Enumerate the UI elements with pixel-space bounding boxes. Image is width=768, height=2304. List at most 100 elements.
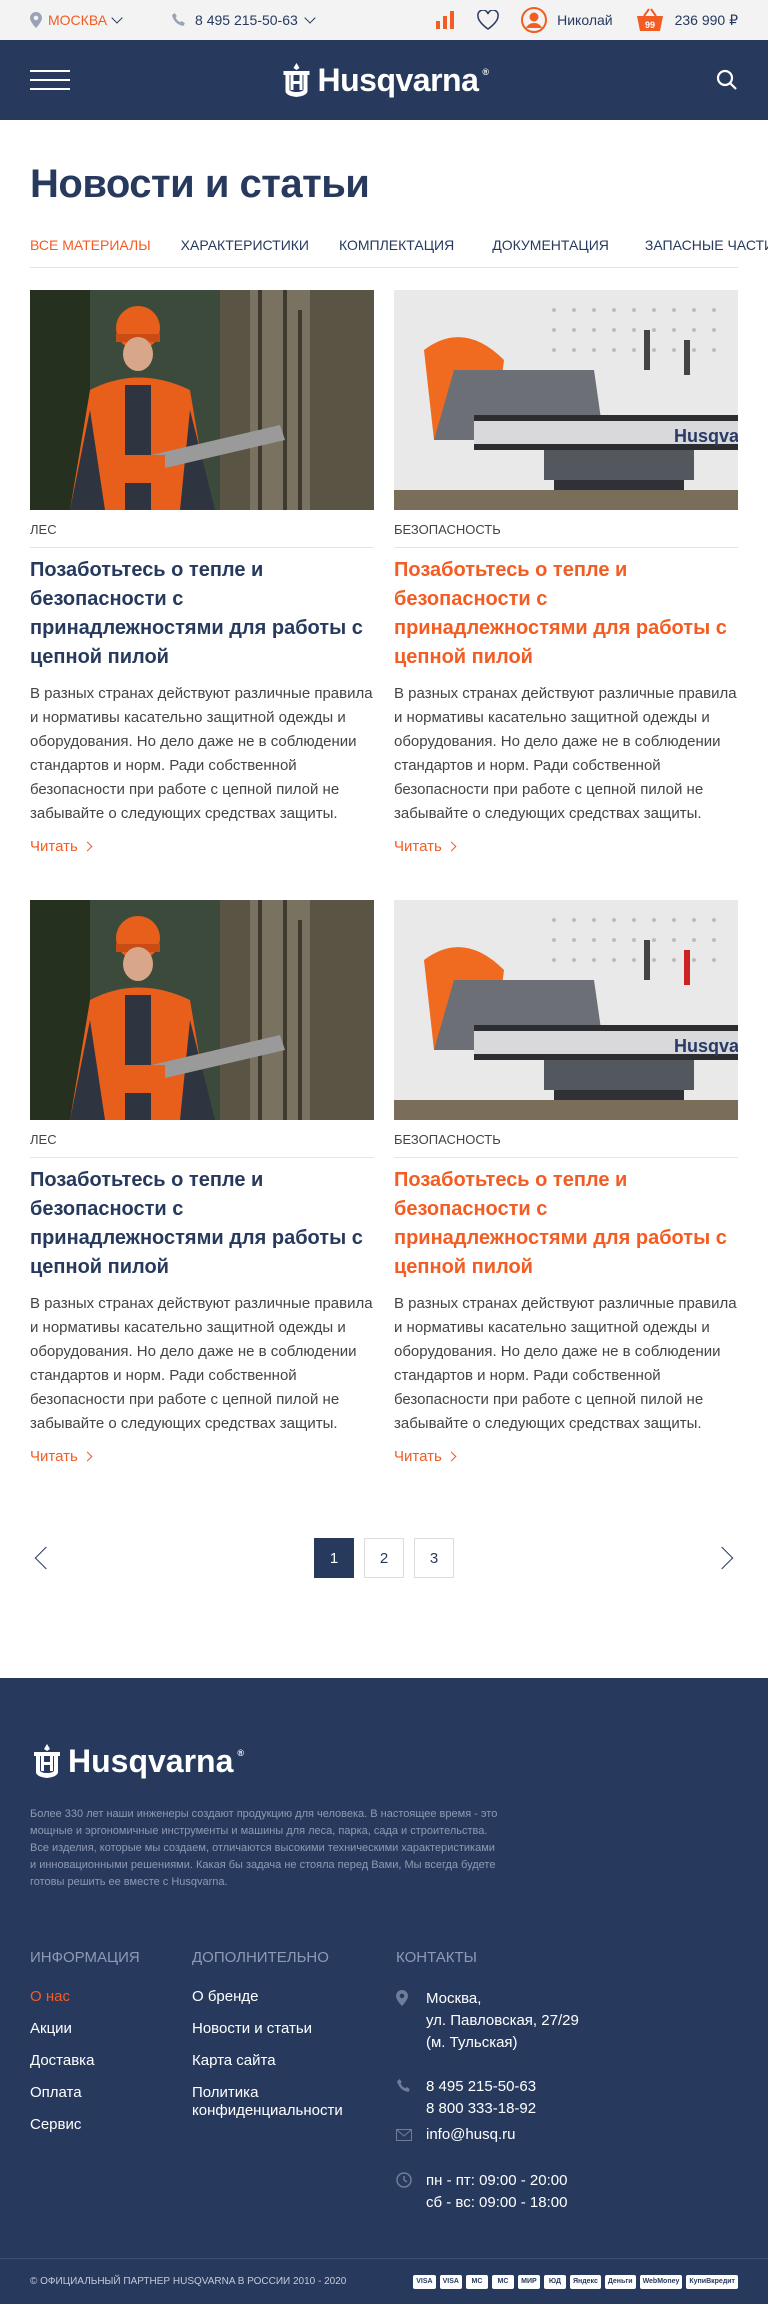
image-brand-print: Husqvarna: [674, 1036, 738, 1056]
mir-icon: МИР: [517, 2274, 540, 2289]
read-more-link[interactable]: Читать: [394, 838, 457, 855]
footer-about-text: Более 330 лет наши инженеры создают прод…: [30, 1808, 498, 1888]
user-account[interactable]: Николай: [521, 7, 613, 33]
article-image-chainsaw-vise[interactable]: Husqvarna: [394, 900, 738, 1120]
footer-link-delivery[interactable]: Доставка: [30, 2052, 192, 2070]
menu-burger-icon[interactable]: [30, 70, 70, 90]
husqvarna-crown-icon: [283, 63, 310, 97]
main-content: Новости и статьи ВСЕ МАТЕРИАЛЫ ХАРАКТЕРИ…: [0, 120, 768, 1578]
footer-link-news[interactable]: Новости и статьи: [192, 2020, 396, 2038]
cart-total: 236 990 ₽: [674, 11, 738, 28]
footer-link-service[interactable]: Сервис: [30, 2116, 192, 2134]
footer-link-about[interactable]: О нас: [30, 1988, 192, 2006]
article-title[interactable]: Позаботьтесь о тепле и безопасности с пр…: [394, 1166, 738, 1282]
brand-logo[interactable]: Husqvarna ®: [279, 61, 489, 99]
contact-hours: пн - пт: 09:00 - 20:00 сб - вс: 09:00 - …: [396, 2170, 579, 2214]
payment-methods: VISA VISA MC MC МИР ЮД Яндекс Деньги Web…: [413, 2274, 738, 2289]
phone-icon: [172, 13, 185, 26]
chevron-right-icon: [446, 1451, 457, 1462]
visa-icon: VISA: [413, 2274, 436, 2289]
next-page-arrow-icon[interactable]: [710, 1546, 734, 1570]
tab-documentation[interactable]: ДОКУМЕНТАЦИЯ: [492, 237, 609, 253]
cart[interactable]: 99 236 990 ₽: [635, 8, 738, 32]
article-image-chainsaw-vise[interactable]: Husqvarna: [394, 290, 738, 510]
chevron-right-icon: [82, 1451, 93, 1462]
cart-count: 99: [645, 20, 655, 30]
footer-link-promotions[interactable]: Акции: [30, 2020, 192, 2038]
phone-number: 8 495 215-50-63: [195, 12, 298, 28]
footer-contacts-heading: КОНТАКТЫ: [396, 1949, 477, 1966]
read-more-label: Читать: [394, 838, 442, 855]
category-tabs: ВСЕ МАТЕРИАЛЫ ХАРАКТЕРИСТИКИ КОМПЛЕКТАЦИ…: [30, 237, 768, 268]
dengi-icon: Деньги: [604, 2274, 636, 2289]
search-icon[interactable]: [716, 69, 738, 91]
article-card: ЛЕС Позаботьтесь о тепле и безопасности …: [30, 900, 374, 1466]
tab-all-materials[interactable]: ВСЕ МАТЕРИАЛЫ: [30, 237, 151, 253]
phone-selector[interactable]: 8 495 215-50-63: [171, 12, 316, 28]
tab-equipment[interactable]: КОМПЛЕКТАЦИЯ: [339, 237, 454, 253]
avatar-icon: [521, 7, 548, 33]
article-image-forest-worker[interactable]: [30, 290, 374, 510]
article-image-forest-worker[interactable]: [30, 900, 374, 1120]
article-category: БЕЗОПАСНОСТЬ: [394, 522, 738, 548]
user-name: Николай: [557, 12, 613, 28]
contact-phones: 8 495 215-50-63 8 800 333-18-92: [396, 2076, 579, 2120]
image-brand-print: Husqvarna: [674, 426, 738, 446]
kupivkredit-icon: КупиВкредит: [686, 2274, 738, 2289]
article-category: БЕЗОПАСНОСТЬ: [394, 1132, 738, 1158]
email-link[interactable]: info@husq.ru: [426, 2124, 515, 2148]
prev-page-arrow-icon[interactable]: [34, 1546, 58, 1570]
footer-brand-logo[interactable]: Husqvarna ®: [30, 1742, 738, 1780]
copyright: © ОФИЦИАЛЬНЫЙ ПАРТНЕР HUSQVARNA В РОССИИ…: [30, 2276, 347, 2287]
main-header: Husqvarna ®: [0, 40, 768, 120]
article-category: ЛЕС: [30, 1132, 374, 1158]
read-more-link[interactable]: Читать: [394, 1448, 457, 1465]
footer-info-heading: ИНФОРМАЦИЯ: [30, 1949, 140, 1966]
read-more-label: Читать: [30, 1448, 78, 1465]
city-label: МОСКВА: [48, 12, 108, 28]
article-card: Husqvarna БЕЗОПАСНОСТЬ Позаботьтесь о те…: [394, 900, 738, 1466]
footer-link-payment[interactable]: Оплата: [30, 2084, 192, 2102]
phone-link[interactable]: 8 495 215-50-63: [426, 2076, 536, 2098]
footer-link-sitemap[interactable]: Карта сайта: [192, 2052, 396, 2070]
article-title[interactable]: Позаботьтесь о тепле и безопасности с пр…: [30, 556, 374, 672]
cart-basket-icon: 99: [636, 8, 663, 31]
address-line: Москва,: [426, 1990, 482, 2007]
tab-characteristics[interactable]: ХАРАКТЕРИСТИКИ: [181, 237, 309, 253]
top-utility-bar: МОСКВА 8 495 215-50-63 Николай 99 236 99…: [0, 0, 768, 40]
footer-bottom-bar: © ОФИЦИАЛЬНЫЙ ПАРТНЕР HUSQVARNA В РОССИИ…: [0, 2258, 768, 2304]
article-category: ЛЕС: [30, 522, 374, 548]
location-pin-icon: [30, 12, 42, 28]
article-title[interactable]: Позаботьтесь о тепле и безопасности с пр…: [30, 1166, 374, 1282]
article-excerpt: В разных странах действуют различные пра…: [30, 1295, 373, 1432]
hours-line: сб - вс: 09:00 - 18:00: [426, 2194, 568, 2211]
address-line: ул. Павловская, 27/29: [426, 2012, 579, 2029]
chevron-down-icon: [111, 12, 123, 24]
page-3[interactable]: 3: [414, 1538, 454, 1578]
footer-link-brand[interactable]: О бренде: [192, 1988, 396, 2006]
heart-icon[interactable]: [477, 10, 499, 30]
footer-link-privacy[interactable]: Политика конфиденциальности: [192, 2084, 343, 2120]
webmoney-icon: WebMoney: [639, 2274, 683, 2289]
tab-spare-parts[interactable]: ЗАПАСНЫЕ ЧАСТИ: [645, 237, 768, 253]
page-1[interactable]: 1: [314, 1538, 354, 1578]
city-selector[interactable]: МОСКВА: [30, 12, 123, 28]
site-footer: Husqvarna ® Более 330 лет наши инженеры …: [0, 1678, 768, 2304]
compare-chart-icon[interactable]: [435, 11, 455, 29]
husqvarna-crown-icon: [34, 1744, 60, 1778]
chevron-down-icon: [304, 12, 316, 24]
page-2[interactable]: 2: [364, 1538, 404, 1578]
read-more-link[interactable]: Читать: [30, 838, 93, 855]
mail-icon: [396, 2129, 412, 2141]
yandex-icon: Яндекс: [569, 2274, 601, 2289]
read-more-link[interactable]: Читать: [30, 1448, 93, 1465]
phone-link[interactable]: 8 800 333-18-92: [426, 2098, 536, 2120]
yandex-dengi-icon: ЮД: [543, 2274, 566, 2289]
page-title: Новости и статьи: [30, 162, 370, 206]
location-pin-icon: [396, 1990, 408, 2006]
contact-email: info@husq.ru: [396, 2124, 579, 2148]
footer-contacts-column: КОНТАКТЫ Москва, ул. Павловская, 27/29 (…: [396, 1949, 579, 2218]
read-more-label: Читать: [394, 1448, 442, 1465]
footer-extra-heading: ДОПОЛНИТЕЛЬНО: [192, 1949, 329, 1966]
article-title[interactable]: Позаботьтесь о тепле и безопасности с пр…: [394, 556, 738, 672]
